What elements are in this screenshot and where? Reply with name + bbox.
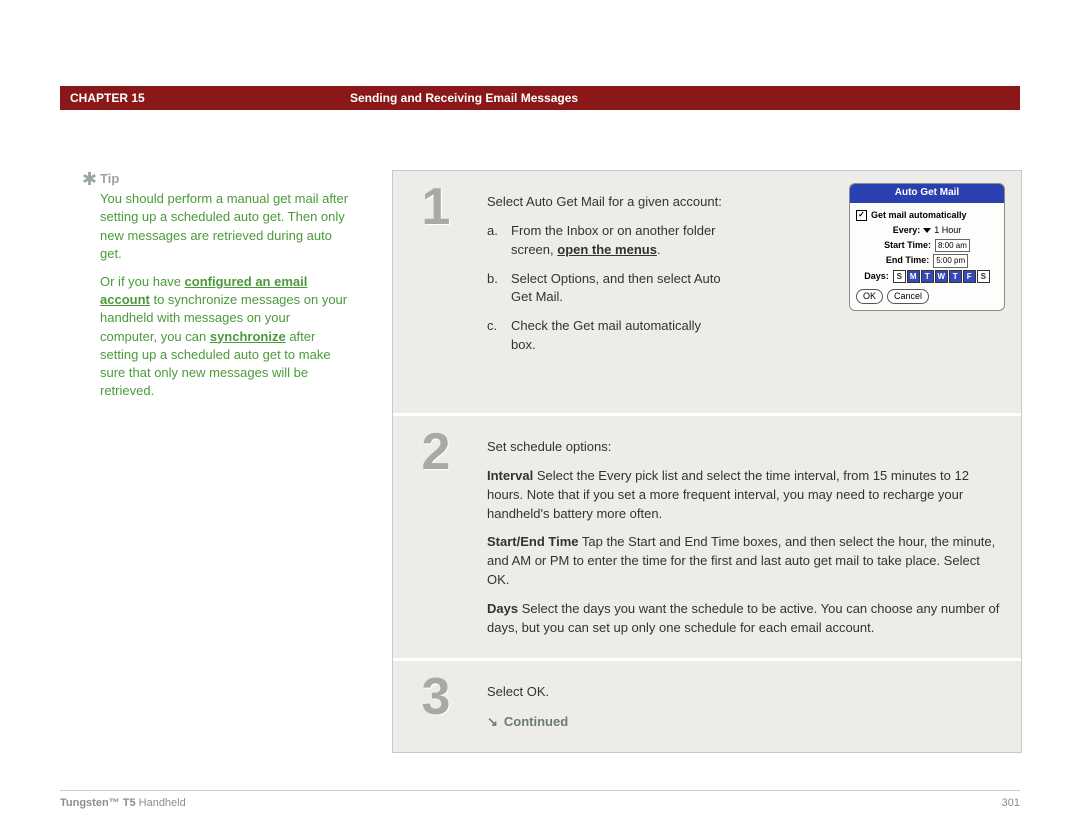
continued-label: Continued xyxy=(487,713,1005,732)
device-title: Auto Get Mail xyxy=(850,184,1004,203)
checkbox-automatic[interactable]: ✓ xyxy=(856,210,867,221)
step-lead: Select Auto Get Mail for a given account… xyxy=(487,193,727,212)
tip-paragraph-2: Or if you have configured an email accou… xyxy=(100,273,350,400)
sidebar-tip: ✱ Tip You should perform a manual get ma… xyxy=(100,170,350,400)
tip-paragraph-1: You should perform a manual get mail aft… xyxy=(100,190,350,263)
step-number: 3 xyxy=(422,671,451,723)
dropdown-icon[interactable] xyxy=(923,228,931,233)
asterisk-icon: ✱ xyxy=(82,167,97,192)
steps-panel: 1 Select Auto Get Mail for a given accou… xyxy=(392,170,1022,753)
header-title: Sending and Receiving Email Messages xyxy=(350,91,578,105)
link-synchronize[interactable]: synchronize xyxy=(210,329,286,344)
chapter-label: CHAPTER 15 xyxy=(70,91,350,105)
every-value[interactable]: 1 Hour xyxy=(934,224,961,237)
footer-page-number: 301 xyxy=(1002,797,1020,809)
start-time-box[interactable]: 8:00 am xyxy=(935,239,970,253)
step-1: 1 Select Auto Get Mail for a given accou… xyxy=(393,171,1021,416)
days-selector[interactable]: S M T W T F S xyxy=(893,270,990,283)
substep-b: Select Options, and then select Auto Get… xyxy=(511,270,727,308)
step-number: 1 xyxy=(422,181,451,233)
end-time-box[interactable]: 5:00 pm xyxy=(933,254,968,268)
interval-text: Interval Select the Every pick list and … xyxy=(487,467,1005,524)
tip-label: Tip xyxy=(100,170,350,188)
days-text: Days Select the days you want the schedu… xyxy=(487,600,1005,638)
step-number: 2 xyxy=(422,426,451,478)
header-bar: CHAPTER 15 Sending and Receiving Email M… xyxy=(60,86,1020,110)
step-lead: Select OK. xyxy=(487,683,1005,702)
step-2: 2 Set schedule options: Interval Select … xyxy=(393,416,1021,661)
automatic-label: Get mail automatically xyxy=(871,209,967,222)
device-screenshot: Auto Get Mail ✓ Get mail automatically E… xyxy=(849,183,1005,311)
step-lead: Set schedule options: xyxy=(487,438,1005,457)
footer: Tungsten™ T5 Handheld 301 xyxy=(60,790,1020,809)
substep-c: Check the Get mail automatically box. xyxy=(511,317,727,355)
startend-text: Start/End Time Tap the Start and End Tim… xyxy=(487,533,1005,590)
device-cancel-button[interactable]: Cancel xyxy=(887,289,929,304)
footer-product: Tungsten™ T5 Handheld xyxy=(60,797,186,809)
page: CHAPTER 15 Sending and Receiving Email M… xyxy=(0,0,1080,834)
device-ok-button[interactable]: OK xyxy=(856,289,883,304)
substep-a: From the Inbox or on another folder scre… xyxy=(511,222,727,260)
link-open-menus[interactable]: open the menus xyxy=(557,242,657,257)
step-3: 3 Select OK. Continued xyxy=(393,661,1021,753)
